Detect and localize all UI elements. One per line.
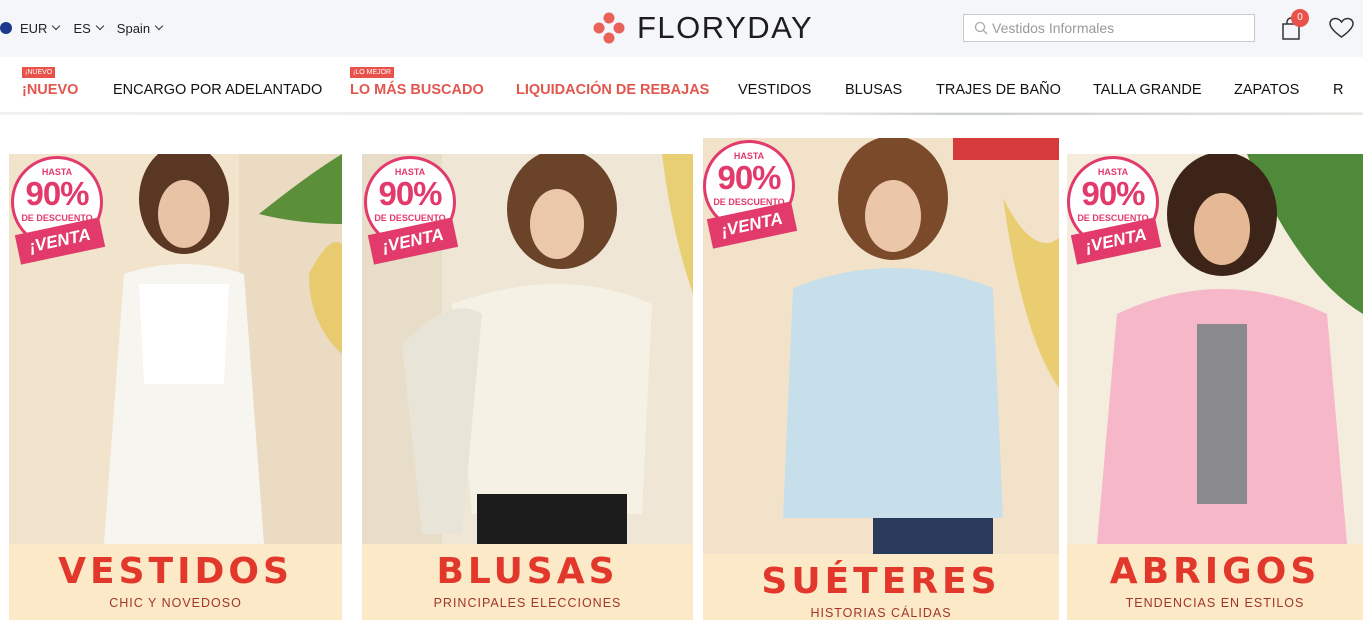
card-subtitle: CHIC Y NOVEDOSO [109,596,242,610]
category-card-dresses[interactable]: HASTA 90% DE DESCUENTO ¡VENTA VESTIDOS C… [9,154,342,620]
eu-flag-icon [0,22,12,34]
floryday-logo[interactable]: FLORYDAY [593,9,813,47]
discount-badge: HASTA 90% DE DESCUENTO ¡VENTA [1067,156,1163,268]
currency-label: EUR [20,20,48,36]
card-title: BLUSAS [436,551,619,592]
discount-badge: HASTA 90% DE DESCUENTO ¡VENTA [11,156,107,268]
card-subtitle: PRINCIPALES ELECCIONES [433,596,622,610]
chevron-down-icon [52,21,61,31]
card-caption: BLUSAS PRINCIPALES ELECCIONES [362,544,693,620]
card-caption: ABRIGOS TENDENCIAS EN ESTILOS [1067,544,1363,620]
card-subtitle: HISTORIAS CÁLIDAS [810,606,952,620]
nav-tag-new: ¡NUEVO [22,67,56,78]
search-icon [974,21,988,35]
nav-item-clearance[interactable]: LIQUIDACIÓN DE REBAJAS [516,82,709,98]
card-title: ABRIGOS [1109,551,1321,592]
top-bar: EUR ES Spain FLORYDAY 0 [0,0,1363,57]
nav-item-new[interactable]: ¡NUEVO [22,82,78,98]
card-title: VESTIDOS [58,551,293,592]
chevron-down-icon [154,21,164,31]
discount-badge: HASTA 90% DE DESCUENTO ¡VENTA [703,140,799,252]
nav-item-shoes[interactable]: ZAPATOS [1234,82,1299,98]
nav-item-most-searched[interactable]: LO MÁS BUSCADO [350,82,484,98]
nav-item-more[interactable]: R [1333,82,1343,98]
card-subtitle: TENDENCIAS EN ESTILOS [1125,596,1305,610]
category-card-sweaters[interactable]: HASTA 90% DE DESCUENTO ¡VENTA SUÉTERES H… [703,138,1059,620]
category-card-blouses[interactable]: HASTA 90% DE DESCUENTO ¡VENTA BLUSAS PRI… [362,154,693,620]
nav-tag-best: ¡LO MEJOR [350,67,395,78]
main-navigation: ¡NUEVO ¡NUEVO ENCARGO POR ADELANTADO ¡LO… [0,57,1363,113]
cart-count-badge: 0 [1291,9,1309,27]
flower-logo-icon [593,12,625,44]
search-box[interactable] [963,14,1255,42]
chevron-down-icon [95,21,105,31]
nav-item-swimwear[interactable]: TRAJES DE BAÑO [936,82,1061,98]
nav-item-plus-size[interactable]: TALLA GRANDE [1093,82,1202,98]
country-label: Spain [116,20,151,36]
language-label: ES [73,20,91,36]
country-select[interactable]: Spain [116,20,164,36]
card-caption: SUÉTERES HISTORIAS CÁLIDAS [703,554,1059,620]
wishlist-heart-icon[interactable] [1329,17,1354,39]
logo-text: FLORYDAY [637,10,814,45]
hero-banner-edge [0,113,1363,115]
card-title: SUÉTERES [761,561,1001,602]
card-caption: VESTIDOS CHIC Y NOVEDOSO [9,544,342,620]
nav-item-blouses[interactable]: BLUSAS [845,82,902,98]
category-card-coats[interactable]: HASTA 90% DE DESCUENTO ¡VENTA ABRIGOS TE… [1067,154,1363,620]
search-input[interactable] [992,20,1242,36]
nav-item-dresses[interactable]: VESTIDOS [738,82,811,98]
nav-item-preorder[interactable]: ENCARGO POR ADELANTADO [113,82,322,98]
discount-badge: HASTA 90% DE DESCUENTO ¡VENTA [364,156,460,268]
currency-select[interactable]: EUR [20,20,61,36]
locale-selector: EUR ES Spain [0,18,176,38]
language-select[interactable]: ES [73,20,105,36]
